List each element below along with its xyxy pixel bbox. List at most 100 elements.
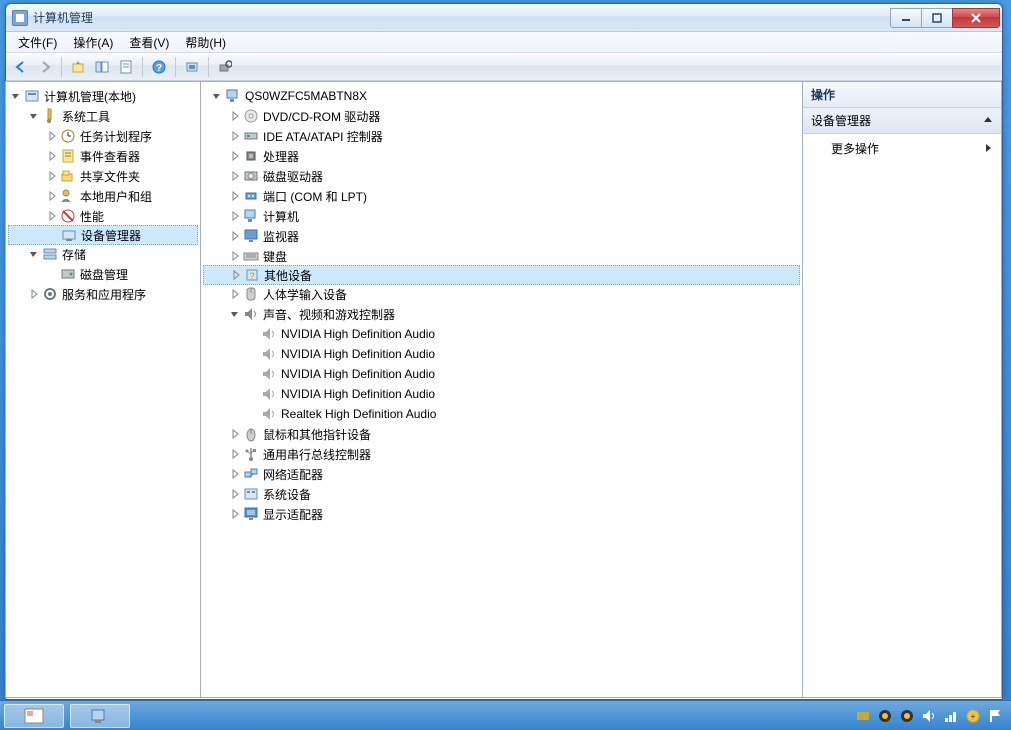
tree-item[interactable]: 设备管理器: [8, 225, 198, 245]
expand-icon[interactable]: [227, 426, 243, 442]
titlebar[interactable]: 计算机管理: [6, 4, 1002, 32]
expand-icon[interactable]: [227, 108, 243, 124]
console-tree[interactable]: 计算机管理(本地)系统工具任务计划程序事件查看器共享文件夹本地用户和组性能设备管…: [6, 82, 200, 308]
collapse-icon[interactable]: [8, 88, 24, 104]
tree-item[interactable]: 鼠标和其他指针设备: [203, 424, 800, 444]
tree-item[interactable]: 声音、视频和游戏控制器: [203, 304, 800, 324]
menu-file[interactable]: 文件(F): [10, 32, 65, 53]
show-hide-tree-button[interactable]: [91, 56, 113, 78]
dvd-icon: [243, 108, 259, 124]
up-button[interactable]: [67, 56, 89, 78]
tree-item[interactable]: ?其他设备: [203, 265, 800, 285]
left-panel: 计算机管理(本地)系统工具任务计划程序事件查看器共享文件夹本地用户和组性能设备管…: [5, 81, 201, 698]
collapse-icon[interactable]: [26, 108, 42, 124]
tree-item[interactable]: 磁盘驱动器: [203, 166, 800, 186]
tree-item[interactable]: 系统工具: [8, 106, 198, 126]
expand-icon[interactable]: [227, 168, 243, 184]
scan-hardware-button[interactable]: [181, 56, 203, 78]
tree-item[interactable]: 磁盘管理: [8, 264, 198, 284]
expand-icon[interactable]: [227, 446, 243, 462]
expand-icon[interactable]: [227, 188, 243, 204]
tree-item[interactable]: 服务和应用程序: [8, 284, 198, 304]
tray-network-icon[interactable]: [943, 708, 959, 724]
close-button[interactable]: [952, 8, 1000, 28]
expand-icon[interactable]: [44, 188, 60, 204]
expand-icon[interactable]: [227, 486, 243, 502]
tree-item[interactable]: 系统设备: [203, 484, 800, 504]
collapse-icon[interactable]: [26, 246, 42, 262]
tree-item-label: NVIDIA High Definition Audio: [281, 387, 435, 401]
expand-icon[interactable]: [227, 248, 243, 264]
expand-icon[interactable]: [44, 128, 60, 144]
minimize-button[interactable]: [890, 8, 922, 28]
maximize-button[interactable]: [921, 8, 953, 28]
menubar: 文件(F) 操作(A) 查看(V) 帮助(H): [6, 32, 1002, 53]
expand-icon[interactable]: [227, 228, 243, 244]
tree-item[interactable]: 键盘: [203, 246, 800, 266]
expand-icon[interactable]: [44, 208, 60, 224]
menu-view[interactable]: 查看(V): [121, 32, 177, 53]
spk-icon: [261, 366, 277, 382]
tree-item[interactable]: 计算机管理(本地): [8, 86, 198, 106]
back-button[interactable]: [10, 56, 32, 78]
expand-icon[interactable]: [227, 208, 243, 224]
tray-speaker-icon[interactable]: [921, 708, 937, 724]
svg-text:+: +: [971, 712, 976, 721]
expand-icon[interactable]: [227, 506, 243, 522]
expand-icon[interactable]: [227, 466, 243, 482]
tray-icon-1[interactable]: [855, 708, 871, 724]
tree-item[interactable]: QS0WZFC5MABTN8X: [203, 86, 800, 106]
tree-item-label: 系统设备: [263, 486, 311, 503]
tree-item[interactable]: 事件查看器: [8, 146, 198, 166]
properties-button[interactable]: [115, 56, 137, 78]
tray-action-icon[interactable]: +: [965, 708, 981, 724]
expand-icon[interactable]: [44, 148, 60, 164]
tree-item[interactable]: 显示适配器: [203, 504, 800, 524]
expand-icon[interactable]: [228, 267, 244, 283]
collapse-icon[interactable]: [227, 306, 243, 322]
forward-button[interactable]: [34, 56, 56, 78]
tree-item[interactable]: DVD/CD-ROM 驱动器: [203, 106, 800, 126]
menu-action[interactable]: 操作(A): [65, 32, 121, 53]
tree-item[interactable]: 处理器: [203, 146, 800, 166]
tree-item[interactable]: 计算机: [203, 206, 800, 226]
tree-item[interactable]: NVIDIA High Definition Audio: [203, 364, 800, 384]
tray-icon-2[interactable]: [877, 708, 893, 724]
more-actions-item[interactable]: 更多操作: [803, 134, 1001, 163]
taskbar-app-2[interactable]: [70, 704, 130, 728]
tree-item[interactable]: 本地用户和组: [8, 186, 198, 206]
tree-item-label: 服务和应用程序: [62, 286, 146, 303]
tree-item[interactable]: NVIDIA High Definition Audio: [203, 344, 800, 364]
expand-icon[interactable]: [44, 168, 60, 184]
tray-icon-3[interactable]: [899, 708, 915, 724]
tree-item[interactable]: IDE ATA/ATAPI 控制器: [203, 126, 800, 146]
expand-icon[interactable]: [227, 286, 243, 302]
expand-icon[interactable]: [227, 148, 243, 164]
collapse-icon[interactable]: [209, 88, 225, 104]
tree-item[interactable]: Realtek High Definition Audio: [203, 404, 800, 424]
tree-item[interactable]: NVIDIA High Definition Audio: [203, 324, 800, 344]
tree-item[interactable]: 共享文件夹: [8, 166, 198, 186]
expand-icon[interactable]: [26, 286, 42, 302]
expand-icon[interactable]: [227, 128, 243, 144]
tree-item[interactable]: 存储: [8, 244, 198, 264]
tree-item[interactable]: 人体学输入设备: [203, 284, 800, 304]
tree-item[interactable]: 端口 (COM 和 LPT): [203, 186, 800, 206]
tree-item[interactable]: 监视器: [203, 226, 800, 246]
device-tree[interactable]: QS0WZFC5MABTN8XDVD/CD-ROM 驱动器IDE ATA/ATA…: [201, 82, 802, 528]
tree-item[interactable]: NVIDIA High Definition Audio: [203, 384, 800, 404]
tree-item[interactable]: 通用串行总线控制器: [203, 444, 800, 464]
tree-item[interactable]: 网络适配器: [203, 464, 800, 484]
tray-flag-icon[interactable]: [987, 708, 1003, 724]
tree-item[interactable]: 任务计划程序: [8, 126, 198, 146]
taskbar-app-1[interactable]: [4, 704, 64, 728]
collapse-icon: [983, 114, 993, 128]
help-button[interactable]: ?: [148, 56, 170, 78]
actions-category[interactable]: 设备管理器: [803, 108, 1001, 134]
app-icon: [12, 10, 28, 26]
disk-icon: [60, 266, 76, 282]
tree-item[interactable]: 性能: [8, 206, 198, 226]
taskbar[interactable]: +: [0, 700, 1011, 730]
refresh-button[interactable]: [214, 56, 236, 78]
menu-help[interactable]: 帮助(H): [177, 32, 234, 53]
